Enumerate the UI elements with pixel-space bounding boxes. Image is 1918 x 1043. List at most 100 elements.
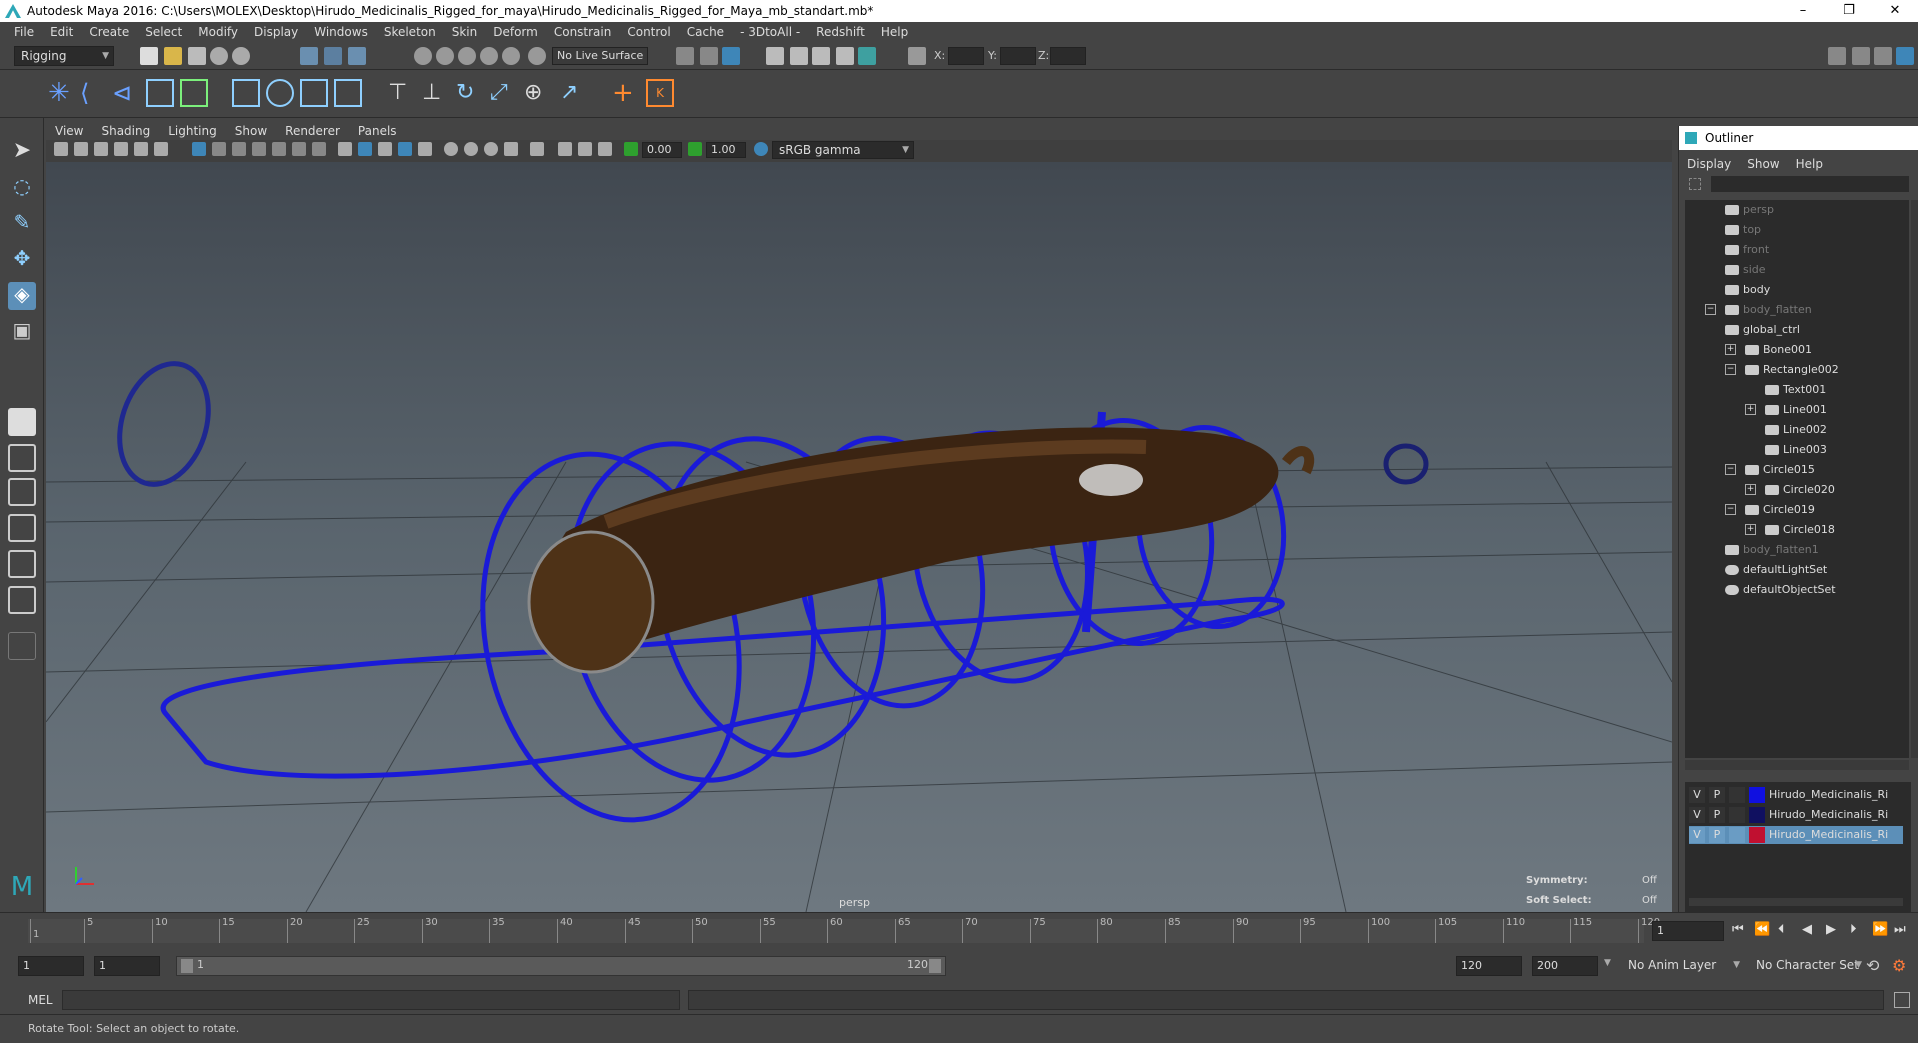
vp-menu-shading[interactable]: Shading	[92, 124, 159, 138]
lasso-tool-icon[interactable]: ◌	[8, 174, 36, 202]
ambient-occlusion-icon[interactable]	[464, 142, 478, 156]
outliner-menu-help[interactable]: Help	[1788, 157, 1831, 171]
snap-live-icon[interactable]	[502, 47, 520, 65]
close-button[interactable]: ✕	[1872, 0, 1918, 22]
outliner-item-front[interactable]: front	[1725, 240, 1769, 260]
outliner-horizontal-scrollbar[interactable]	[1685, 760, 1909, 770]
animation-end-field[interactable]: 200	[1532, 956, 1598, 976]
layer-row[interactable]: V P Hirudo_Medicinalis_Ri	[1689, 806, 1903, 824]
modeling-toolkit-icon[interactable]	[1828, 47, 1846, 65]
set-driven-key-icon[interactable]: K	[646, 79, 674, 107]
menu-constrain[interactable]: Constrain	[546, 25, 620, 39]
expand-line001-icon[interactable]: +	[1745, 404, 1756, 415]
outliner-item-default-object-set[interactable]: defaultObjectSet	[1725, 580, 1836, 600]
move-tool-icon[interactable]: ✥	[8, 246, 36, 274]
four-view-layout-icon[interactable]	[8, 444, 36, 472]
range-start-handle[interactable]	[181, 959, 193, 973]
menu-deform[interactable]: Deform	[485, 25, 546, 39]
vp-menu-lighting[interactable]: Lighting	[159, 124, 226, 138]
menu-skin[interactable]: Skin	[444, 25, 486, 39]
bind-skin-icon[interactable]	[232, 79, 260, 107]
command-language-label[interactable]: MEL	[28, 993, 53, 1007]
orient-joint-icon[interactable]	[180, 79, 208, 107]
film-gate-icon[interactable]	[212, 142, 226, 156]
menu-3dtoall[interactable]: - 3DtoAll -	[732, 25, 808, 39]
construction-history-icon[interactable]	[722, 47, 740, 65]
tool-settings-icon[interactable]	[1874, 47, 1892, 65]
menu-edit[interactable]: Edit	[42, 25, 81, 39]
collapse-circle019-icon[interactable]: −	[1725, 504, 1736, 515]
vp-menu-renderer[interactable]: Renderer	[276, 124, 349, 138]
outliner-item-circle020[interactable]: Circle020	[1765, 480, 1835, 500]
mirror-joint-icon[interactable]	[146, 79, 174, 107]
menu-cache[interactable]: Cache	[679, 25, 732, 39]
select-tool-icon[interactable]: ➤	[8, 138, 36, 166]
xray-components-icon[interactable]	[598, 142, 612, 156]
layer-color-swatch[interactable]	[1749, 787, 1765, 803]
locator-icon[interactable]: +	[612, 79, 640, 107]
layer-visibility-toggle[interactable]: V	[1689, 827, 1705, 843]
ik-spline-icon[interactable]: ⊲	[112, 79, 140, 107]
live-surface-field[interactable]: No Live Surface	[552, 47, 648, 65]
save-scene-icon[interactable]	[188, 47, 206, 65]
current-frame-field[interactable]: 1	[1652, 921, 1724, 941]
outliner-item-global-ctrl[interactable]: global_ctrl	[1725, 320, 1800, 340]
redo-icon[interactable]	[232, 47, 250, 65]
menu-windows[interactable]: Windows	[306, 25, 376, 39]
undo-icon[interactable]	[210, 47, 228, 65]
menu-modify[interactable]: Modify	[190, 25, 246, 39]
gamma-icon[interactable]	[688, 142, 702, 156]
persp-outliner-layout-icon[interactable]	[8, 478, 36, 506]
persp-graph-layout-icon[interactable]	[8, 514, 36, 542]
camera-attributes-icon[interactable]	[74, 142, 88, 156]
xray-icon[interactable]	[558, 142, 572, 156]
play-forwards-icon[interactable]: ▶	[1826, 922, 1836, 937]
animation-preferences-icon[interactable]: ⚙	[1892, 956, 1906, 975]
attribute-editor-icon[interactable]	[1852, 47, 1870, 65]
view-transform-dropdown[interactable]: sRGB gamma	[772, 141, 914, 159]
outliner-item-circle015[interactable]: Circle015	[1745, 460, 1815, 480]
select-by-object-icon[interactable]	[324, 47, 342, 65]
outliner-item-circle018[interactable]: Circle018	[1765, 520, 1835, 540]
point-constraint-icon[interactable]: ⊥	[422, 79, 450, 107]
select-by-hierarchy-icon[interactable]	[300, 47, 318, 65]
outliner-item-persp[interactable]: persp	[1725, 200, 1774, 220]
lights-icon[interactable]	[418, 142, 432, 156]
vp-menu-show[interactable]: Show	[226, 124, 276, 138]
end-dropdown-arrow-icon[interactable]: ▼	[1604, 958, 1611, 968]
select-camera-icon[interactable]	[54, 142, 68, 156]
outliner-item-rectangle002[interactable]: Rectangle002	[1745, 360, 1839, 380]
outliner-item-line003[interactable]: Line003	[1765, 440, 1827, 460]
timeline-ticks[interactable]: 1 5 10 15 20 25 30 35 40 45 50 55 60 65 70 75 80 85 90 95 10…	[28, 917, 1660, 943]
menu-set-dropdown[interactable]: Rigging	[14, 46, 114, 66]
vp-menu-panels[interactable]: Panels	[349, 124, 406, 138]
maximize-button[interactable]: ❐	[1826, 0, 1872, 22]
cluster-icon[interactable]	[334, 79, 362, 107]
auto-key-icon[interactable]: ⟲	[1866, 956, 1879, 975]
select-by-component-icon[interactable]	[348, 47, 366, 65]
hypershade-layout-icon[interactable]	[8, 550, 36, 578]
filter-icon[interactable]	[1689, 178, 1701, 190]
ipr-render-icon[interactable]	[812, 47, 830, 65]
snap-point-icon[interactable]	[458, 47, 476, 65]
layers-scrollbar[interactable]	[1689, 898, 1903, 906]
layer-playback-toggle[interactable]: P	[1709, 807, 1725, 823]
expand-bone001-icon[interactable]: +	[1725, 344, 1736, 355]
render-frame-icon[interactable]	[790, 47, 808, 65]
collapse-rectangle002-icon[interactable]: −	[1725, 364, 1736, 375]
command-input[interactable]	[62, 990, 680, 1010]
render-settings-icon[interactable]	[836, 47, 854, 65]
snap-grid-icon[interactable]	[414, 47, 432, 65]
scale-constraint-icon[interactable]: ⤢	[490, 79, 518, 107]
scale-tool-icon[interactable]: ▣	[8, 318, 36, 346]
new-scene-icon[interactable]	[140, 47, 158, 65]
ik-handle-icon[interactable]: ⟨	[80, 79, 108, 107]
render-view-icon[interactable]	[766, 47, 784, 65]
outliner-item-line001[interactable]: Line001	[1765, 400, 1827, 420]
exposure-field[interactable]: 0.00	[642, 142, 682, 158]
transform-mode-icon[interactable]	[908, 47, 926, 65]
outliner-menu-display[interactable]: Display	[1679, 157, 1739, 171]
channel-box-icon[interactable]	[1896, 47, 1914, 65]
layer-visibility-toggle[interactable]: V	[1689, 807, 1705, 823]
outliner-item-circle019[interactable]: Circle019	[1745, 500, 1815, 520]
